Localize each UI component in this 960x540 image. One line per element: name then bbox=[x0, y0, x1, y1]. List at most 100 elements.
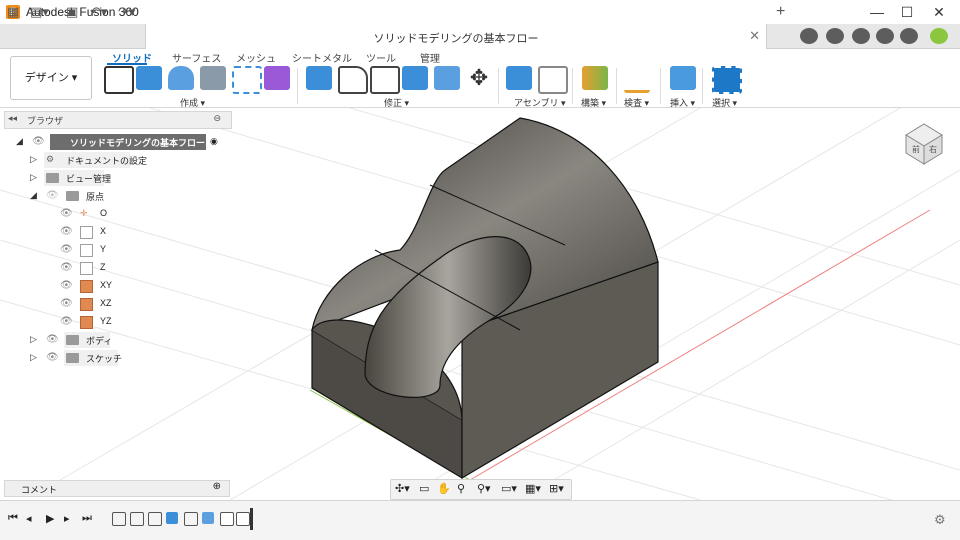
look-at-icon[interactable]: ▭ bbox=[419, 482, 429, 495]
insert-image-icon[interactable] bbox=[670, 66, 696, 90]
expand-triangle-icon[interactable]: ▷ bbox=[30, 172, 37, 183]
job-status-icon[interactable] bbox=[852, 28, 870, 44]
activate-radio-icon[interactable]: ◉ bbox=[210, 136, 218, 147]
browser-minimize-icon[interactable]: ⊖ bbox=[213, 113, 221, 124]
tab-manage[interactable]: 管理 bbox=[420, 50, 440, 65]
grid-settings-icon[interactable]: ▦▾ bbox=[525, 482, 541, 495]
extensions-icon[interactable] bbox=[826, 28, 844, 44]
press-pull-icon[interactable] bbox=[306, 66, 332, 90]
collapse-panel-icon[interactable]: ◂◂ bbox=[8, 113, 17, 124]
timeline-sketch-icon[interactable] bbox=[112, 512, 126, 526]
new-tab-icon[interactable]: + bbox=[776, 3, 785, 21]
close-tab-icon[interactable]: ✕ bbox=[749, 28, 760, 44]
revolve-icon[interactable] bbox=[168, 66, 194, 90]
expand-triangle-icon[interactable]: ▷ bbox=[30, 352, 37, 363]
timeline-fillet-icon[interactable] bbox=[220, 512, 234, 526]
zoom-icon[interactable]: ⚲ bbox=[457, 482, 465, 495]
visibility-eye-icon[interactable]: 👁 bbox=[60, 299, 74, 309]
browser-item-z-axis[interactable]: 👁 Z bbox=[0, 260, 230, 276]
maximize-button[interactable]: ☐ bbox=[892, 2, 922, 22]
offset-face-icon[interactable] bbox=[434, 66, 460, 90]
orbit-icon[interactable]: ✣▾ bbox=[395, 482, 410, 495]
close-window-button[interactable]: ✕ bbox=[924, 2, 954, 22]
shell-icon[interactable] bbox=[370, 66, 400, 94]
create-form-icon[interactable] bbox=[264, 66, 290, 90]
display-settings-icon[interactable]: ▭▾ bbox=[501, 482, 517, 495]
move-icon[interactable]: ✥ bbox=[466, 66, 492, 90]
pattern-icon[interactable] bbox=[232, 66, 262, 94]
browser-item-bodies[interactable]: ▷ 👁 ボディ bbox=[0, 332, 230, 348]
browser-root[interactable]: ◢ 👁 ソリッドモデリングの基本フロー v2... ◉ bbox=[0, 134, 230, 150]
tab-tools[interactable]: ツール bbox=[366, 50, 396, 65]
step-back-icon[interactable]: ◂ bbox=[26, 512, 32, 525]
expand-triangle-icon[interactable]: ◢ bbox=[16, 136, 23, 147]
workspace-switcher[interactable]: デザイン ▾ bbox=[10, 56, 92, 100]
timeline-sketch-icon[interactable] bbox=[130, 512, 144, 526]
new-component-icon[interactable] bbox=[506, 66, 532, 90]
tab-sheetmetal[interactable]: シートメタル bbox=[292, 50, 352, 65]
tab-mesh[interactable]: メッシュ bbox=[236, 50, 276, 65]
viewports-icon[interactable]: ⊞▾ bbox=[549, 482, 564, 495]
expand-triangle-icon[interactable]: ▷ bbox=[30, 154, 37, 165]
comments-panel[interactable]: コメント ⊕ bbox=[4, 480, 230, 497]
visibility-eye-icon[interactable]: 👁 bbox=[60, 317, 74, 327]
help-icon[interactable] bbox=[900, 28, 918, 44]
fillet-icon[interactable] bbox=[338, 66, 368, 94]
viewcube[interactable]: 前 右 bbox=[905, 123, 943, 165]
tab-surface[interactable]: サーフェス bbox=[172, 50, 221, 65]
joint-icon[interactable] bbox=[538, 66, 568, 94]
browser-item-xy-plane[interactable]: 👁 XY bbox=[0, 278, 230, 294]
hole-icon[interactable] bbox=[200, 66, 226, 90]
measure-icon[interactable] bbox=[624, 66, 650, 93]
user-avatar[interactable] bbox=[930, 28, 948, 44]
timeline-marker[interactable] bbox=[250, 508, 253, 530]
create-sketch-icon[interactable] bbox=[104, 66, 134, 94]
redo-icon[interactable]: ↷▾ bbox=[118, 3, 135, 21]
browser-item-origin[interactable]: ◢ 👁 原点 bbox=[0, 188, 230, 204]
select-icon[interactable] bbox=[712, 66, 742, 94]
undo-icon[interactable]: ↶▾ bbox=[90, 3, 107, 21]
browser-item-named-views[interactable]: ▷ ビュー管理 bbox=[0, 170, 230, 186]
file-menu-icon[interactable]: ▤▾ bbox=[30, 3, 49, 21]
visibility-eye-icon[interactable]: 👁 bbox=[46, 335, 60, 345]
expand-triangle-icon[interactable]: ◢ bbox=[30, 190, 37, 201]
visibility-eye-icon[interactable]: 👁 bbox=[60, 227, 74, 237]
timeline-extrude-icon[interactable] bbox=[166, 512, 178, 524]
timeline-sketch-icon[interactable] bbox=[148, 512, 162, 526]
visibility-eye-icon[interactable]: 👁 bbox=[60, 245, 74, 255]
offset-plane-icon[interactable] bbox=[582, 66, 608, 90]
browser-item-sketches[interactable]: ▷ 👁 スケッチ bbox=[0, 350, 230, 366]
step-forward-icon[interactable]: ▸ bbox=[64, 512, 70, 525]
notifications-icon[interactable] bbox=[876, 28, 894, 44]
browser-item-document-settings[interactable]: ▷ ⚙ ドキュメントの設定 bbox=[0, 152, 230, 168]
pan-icon[interactable]: ✋ bbox=[437, 482, 451, 495]
go-to-start-icon[interactable]: ⏮ bbox=[8, 512, 18, 525]
browser-item-x-axis[interactable]: 👁 X bbox=[0, 224, 230, 240]
save-icon[interactable]: ▣ bbox=[66, 3, 78, 21]
combine-icon[interactable] bbox=[402, 66, 428, 90]
browser-panel-header[interactable]: ◂◂ ブラウザ ⊖ bbox=[4, 111, 232, 129]
browser-item-xz-plane[interactable]: 👁 XZ bbox=[0, 296, 230, 312]
timeline-settings-gear-icon[interactable]: ⚙ bbox=[934, 512, 946, 528]
visibility-eye-icon[interactable]: 👁 bbox=[60, 263, 74, 273]
fit-icon[interactable]: ⚲▾ bbox=[477, 482, 491, 495]
comment-icon[interactable] bbox=[800, 28, 818, 44]
play-icon[interactable]: ▶ bbox=[46, 512, 54, 525]
minimize-button[interactable]: — bbox=[862, 2, 892, 22]
visibility-eye-icon[interactable]: 👁 bbox=[60, 281, 74, 291]
app-grid-icon[interactable]: ▦ bbox=[7, 3, 19, 21]
timeline-fillet-icon[interactable] bbox=[236, 512, 250, 526]
visibility-eye-icon[interactable]: 👁 bbox=[46, 353, 60, 363]
timeline-revolve-icon[interactable] bbox=[202, 512, 214, 524]
extrude-icon[interactable] bbox=[136, 66, 162, 90]
browser-item-y-axis[interactable]: 👁 Y bbox=[0, 242, 230, 258]
timeline-sketch-icon[interactable] bbox=[184, 512, 198, 526]
hidden-eye-icon[interactable]: 👁 bbox=[46, 191, 60, 201]
visibility-eye-icon[interactable]: 👁 bbox=[32, 137, 46, 147]
add-comment-icon[interactable]: ⊕ bbox=[213, 481, 221, 492]
expand-triangle-icon[interactable]: ▷ bbox=[30, 334, 37, 345]
document-tab[interactable]: ソリッドモデリングの基本フロー ✕ bbox=[145, 24, 767, 49]
browser-item-origin-point[interactable]: 👁 ✛ O bbox=[0, 206, 230, 222]
visibility-eye-icon[interactable]: 👁 bbox=[60, 209, 74, 219]
browser-item-yz-plane[interactable]: 👁 YZ bbox=[0, 314, 230, 330]
